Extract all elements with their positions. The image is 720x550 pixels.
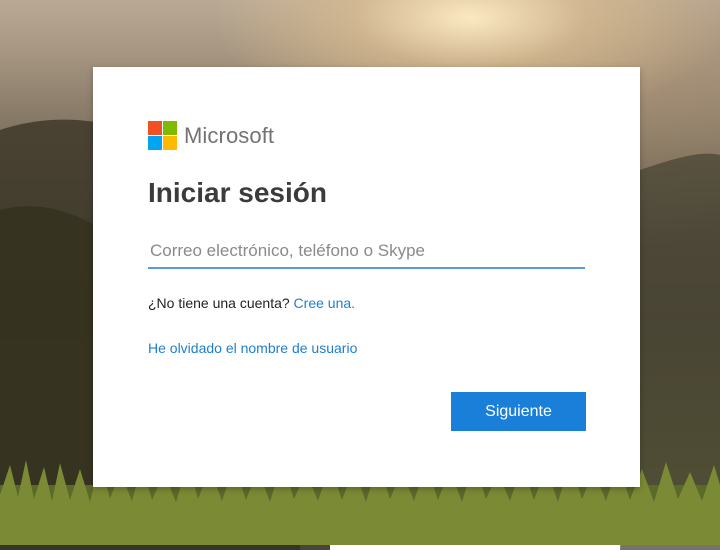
logo-square-green xyxy=(163,121,177,135)
logo-square-blue xyxy=(148,136,162,150)
forgot-username-row: He olvidado el nombre de usuario xyxy=(148,340,357,356)
create-account-link[interactable]: Cree una. xyxy=(294,295,355,311)
microsoft-logo: Microsoft xyxy=(148,121,274,150)
no-account-row: ¿No tiene una cuenta? Cree una. xyxy=(148,295,355,311)
no-account-text: ¿No tiene una cuenta? xyxy=(148,295,294,311)
email-field[interactable] xyxy=(148,235,585,269)
brand-name: Microsoft xyxy=(184,122,275,148)
page-title: Iniciar sesión xyxy=(148,177,327,208)
signin-card: Microsoft Iniciar sesión ¿No tiene una c… xyxy=(93,67,640,487)
forgot-username-link[interactable]: He olvidado el nombre de usuario xyxy=(148,340,357,356)
microsoft-logo-icon xyxy=(148,121,177,150)
logo-square-yellow xyxy=(163,136,177,150)
next-button[interactable]: Siguiente xyxy=(451,392,586,431)
logo-square-red xyxy=(148,121,162,135)
